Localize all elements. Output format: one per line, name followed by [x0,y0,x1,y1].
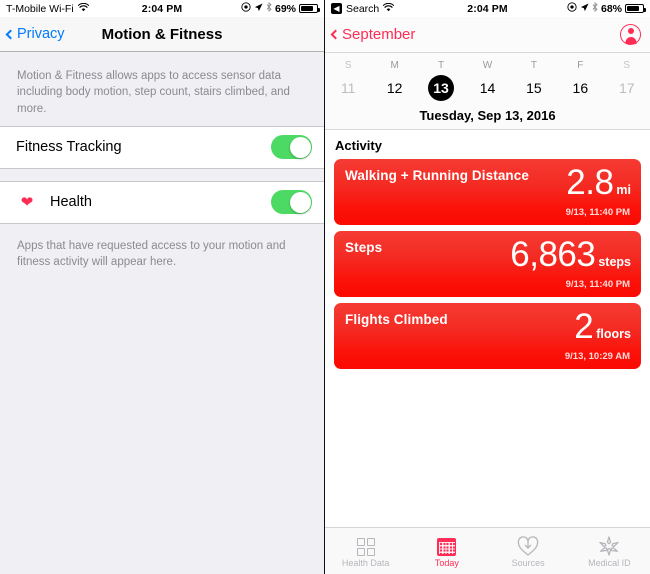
wifi-icon [383,2,395,15]
activity-section-title: Activity [335,138,382,153]
calendar-strip: S M T W T F S 11 12 13 14 15 16 17 Tuesd… [325,53,650,130]
fitness-tracking-label: Fitness Tracking [16,139,122,156]
activity-card-unit: mi [616,183,631,197]
tab-label: Health Data [341,558,390,568]
calendar-date-17[interactable]: 17 [604,75,650,101]
activity-card-value: 2.8 [566,163,614,202]
calendar-dow-row: S M T W T F S [325,58,650,75]
calendar-date-12[interactable]: 12 [371,75,417,101]
status-bar-carrier-group: T-Mobile Wi-Fi [6,2,89,15]
selected-date-label: Tuesday, Sep 13, 2016 [419,108,556,123]
calendar-dow-0: S [344,60,352,71]
alarm-icon [567,2,577,15]
bluetooth-icon [592,2,598,15]
status-bar-indicators-right: 68% [567,2,646,15]
tab-medical-id[interactable]: Medical ID [569,534,650,568]
activity-card-value: 6,863 [510,235,596,274]
status-bar-right: ◀ Search 2:04 PM 68% [325,0,650,17]
battery-percent-right: 68% [600,2,622,15]
activity-card-timestamp: 9/13, 10:29 AM [564,351,630,362]
activity-card-title: Steps [345,240,383,255]
calendar-date-row: 11 12 13 14 15 16 17 [325,75,650,101]
grid-squares-icon [356,534,375,556]
back-app-label: Search [346,2,380,15]
activity-card-unit: steps [598,255,631,269]
battery-icon [625,4,646,13]
chevron-left-icon [5,29,16,39]
wifi-icon [77,2,89,15]
tab-label: Today [434,558,459,568]
star-of-life-icon [599,534,620,556]
back-button-privacy[interactable]: Privacy [0,26,65,42]
activity-section: Activity Walking + Running Distance 2.8 … [325,130,650,512]
battery-icon [299,4,320,13]
activity-card-value: 2 [574,307,594,346]
dual-screenshot-container: T-Mobile Wi-Fi 2:04 PM 69% Privacy Motio… [0,0,650,574]
back-button-label: Privacy [17,26,65,42]
tab-label: Medical ID [588,558,631,568]
calendar-dow-5: F [577,60,584,71]
tab-sources[interactable]: Sources [488,534,569,568]
profile-circle-icon[interactable] [620,24,641,45]
calendar-dow-6: S [623,60,631,71]
location-arrow-icon [254,2,263,15]
alarm-icon [241,2,251,15]
calendar-date-14[interactable]: 14 [464,75,510,101]
health-app-toggle[interactable] [271,190,312,215]
back-button-label-month: September [342,26,416,43]
calendar-dow-3: W [482,60,493,71]
activity-card-title: Walking + Running Distance [345,168,529,183]
calendar-dow-1: M [390,60,399,71]
calendar-date-11[interactable]: 11 [325,75,371,101]
health-app-screen: ◀ Search 2:04 PM 68% September S M T W T… [325,0,650,574]
calendar-date-13-selected[interactable]: 13 [428,75,455,101]
tab-label: Sources [511,558,545,568]
activity-card-timestamp: 9/13, 11:40 PM [565,207,630,218]
app-label-health: Health [50,194,92,211]
settings-screen: T-Mobile Wi-Fi 2:04 PM 69% Privacy Motio… [0,0,325,574]
heart-download-icon [517,534,539,556]
activity-card-walking-running-distance[interactable]: Walking + Running Distance 2.8 mi 9/13, … [334,159,641,225]
activity-card-steps[interactable]: Steps 6,863 steps 9/13, 11:40 PM [334,231,641,297]
apps-footer-text: Apps that have requested access to your … [17,239,286,269]
chevron-left-icon [330,29,341,40]
back-arrow-badge-icon: ◀ [331,3,342,14]
status-bar-back-group[interactable]: ◀ Search [331,2,395,15]
app-row-health[interactable]: ❤ Health [0,180,324,224]
calendar-dow-2: T [438,60,445,71]
calendar-date-16[interactable]: 16 [557,75,603,101]
activity-card-unit: floors [596,327,631,341]
calendar-dow-4: T [530,60,537,71]
tab-bar: Health Data Today Sources Medical ID [325,527,650,574]
heart-icon: ❤ [16,191,38,214]
status-bar-indicators-left: 69% [241,2,320,15]
activity-card-value-group: 6,863 steps [510,235,631,275]
tab-health-data[interactable]: Health Data [325,534,406,568]
status-bar-left: T-Mobile Wi-Fi 2:04 PM 69% [0,0,324,17]
bluetooth-icon [266,2,272,15]
settings-body: Motion & Fitness allows apps to access s… [0,52,324,574]
calendar-icon [437,534,457,556]
activity-card-title: Flights Climbed [345,312,448,327]
activity-card-flights-climbed[interactable]: Flights Climbed 2 floors 9/13, 10:29 AM [334,303,641,369]
battery-percent-left: 69% [274,2,296,15]
nav-bar-right: September [325,17,650,53]
fitness-tracking-toggle[interactable] [271,135,312,160]
motion-fitness-description: Motion & Fitness allows apps to access s… [17,70,290,115]
activity-card-timestamp: 9/13, 11:40 PM [565,279,630,290]
fitness-tracking-row[interactable]: Fitness Tracking [0,125,324,169]
nav-bar-left: Privacy Motion & Fitness [0,17,324,52]
calendar-date-15[interactable]: 15 [511,75,557,101]
carrier-label: T-Mobile Wi-Fi [6,2,74,15]
activity-card-value-group: 2.8 mi [566,163,631,203]
activity-card-value-group: 2 floors [574,307,631,347]
location-arrow-icon [580,2,589,15]
tab-today[interactable]: Today [406,534,487,568]
back-button-september[interactable]: September [330,26,416,43]
